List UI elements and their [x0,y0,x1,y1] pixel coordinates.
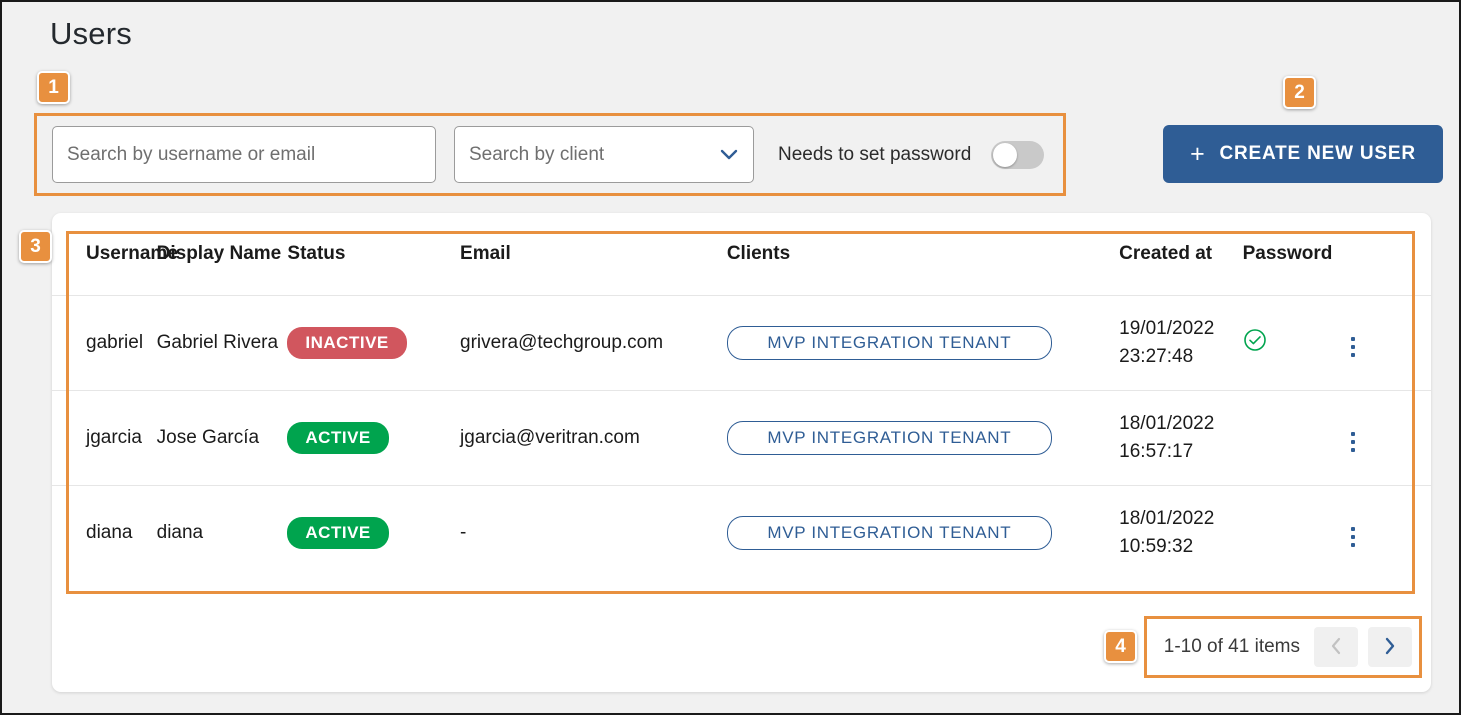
plus-icon: + [1190,142,1205,167]
chevron-down-icon [720,149,738,161]
annotation-badge-2: 2 [1283,76,1316,109]
client-select[interactable]: Search by client [454,126,754,183]
needs-password-toggle[interactable] [991,141,1044,169]
cell-display-name: Jose García [157,390,288,485]
filter-bar: Search by client Needs to set password [34,113,1066,196]
cell-username: jgarcia [52,390,157,485]
cell-username: gabriel [52,295,157,390]
check-circle-icon [1243,336,1267,357]
annotation-badge-3: 3 [19,230,52,263]
cell-status: ACTIVE [287,390,460,485]
client-select-box[interactable]: Search by client [454,126,754,183]
column-header-actions [1347,213,1431,295]
cell-email: jgarcia@veritran.com [460,390,727,485]
cell-actions [1347,390,1431,485]
chevron-left-icon [1329,636,1343,659]
table-header-row: Username Display Name Status Email Clien… [52,213,1431,295]
client-select-value: Search by client [469,144,604,166]
cell-created-at: 18/01/202210:59:32 [1119,485,1242,580]
pagination-prev-button[interactable] [1314,627,1358,667]
column-header-password: Password [1243,213,1348,295]
cell-username: diana [52,485,157,580]
cell-email: - [460,485,727,580]
create-new-user-button[interactable]: + CREATE NEW USER [1163,125,1443,183]
needs-password-label: Needs to set password [778,144,971,166]
column-header-status: Status [287,213,460,295]
created-date: 19/01/2022 [1119,315,1242,343]
cell-created-at: 19/01/202223:27:48 [1119,295,1242,390]
created-time: 10:59:32 [1119,533,1242,561]
annotation-badge-1: 1 [37,71,70,104]
column-header-clients: Clients [727,213,1119,295]
client-chip[interactable]: MVP INTEGRATION TENANT [727,516,1052,550]
created-time: 23:27:48 [1119,343,1242,371]
annotation-badge-4: 4 [1104,630,1137,663]
status-badge: ACTIVE [287,517,388,549]
users-table: Username Display Name Status Email Clien… [52,213,1431,580]
client-chip[interactable]: MVP INTEGRATION TENANT [727,421,1052,455]
created-time: 16:57:17 [1119,438,1242,466]
users-page: Users 1 2 3 4 Search by client Needs to … [0,0,1461,715]
needs-password-filter: Needs to set password [778,141,1044,169]
status-badge: ACTIVE [287,422,388,454]
status-badge: INACTIVE [287,327,406,359]
cell-password [1243,390,1348,485]
cell-clients: MVP INTEGRATION TENANT [727,485,1119,580]
cell-display-name: Gabriel Rivera [157,295,288,390]
cell-email: grivera@techgroup.com [460,295,727,390]
table-row: dianadianaACTIVE-MVP INTEGRATION TENANT1… [52,485,1431,580]
table-row: jgarciaJose GarcíaACTIVE jgarcia@veritran… [52,390,1431,485]
toggle-knob [993,143,1017,167]
pagination-summary: 1-10 of 41 items [1164,636,1300,658]
cell-status: INACTIVE [287,295,460,390]
column-header-email: Email [460,213,727,295]
cell-display-name: diana [157,485,288,580]
chevron-right-icon [1383,636,1397,659]
search-input[interactable] [52,126,436,183]
created-date: 18/01/2022 [1119,505,1242,533]
more-vertical-icon[interactable] [1347,523,1359,551]
cell-created-at: 18/01/202216:57:17 [1119,390,1242,485]
cell-status: ACTIVE [287,485,460,580]
pagination: 1-10 of 41 items [1144,616,1422,678]
cell-clients: MVP INTEGRATION TENANT [727,295,1119,390]
more-vertical-icon[interactable] [1347,428,1359,456]
created-date: 18/01/2022 [1119,410,1242,438]
create-new-user-label: CREATE NEW USER [1220,143,1416,165]
column-header-username: Username [52,213,157,295]
cell-password [1243,485,1348,580]
page-title: Users [50,16,132,52]
cell-clients: MVP INTEGRATION TENANT [727,390,1119,485]
column-header-display-name-text: Display Name [157,243,282,264]
cell-password [1243,295,1348,390]
pagination-next-button[interactable] [1368,627,1412,667]
cell-actions [1347,485,1431,580]
column-header-display-name: Display Name [157,213,288,295]
cell-actions [1347,295,1431,390]
client-chip[interactable]: MVP INTEGRATION TENANT [727,326,1052,360]
users-table-body: gabrielGabriel RiveraINACTIVE grivera@tec… [52,295,1431,580]
column-header-created-at: Created at [1119,213,1242,295]
more-vertical-icon[interactable] [1347,333,1359,361]
table-row: gabrielGabriel RiveraINACTIVE grivera@tec… [52,295,1431,390]
